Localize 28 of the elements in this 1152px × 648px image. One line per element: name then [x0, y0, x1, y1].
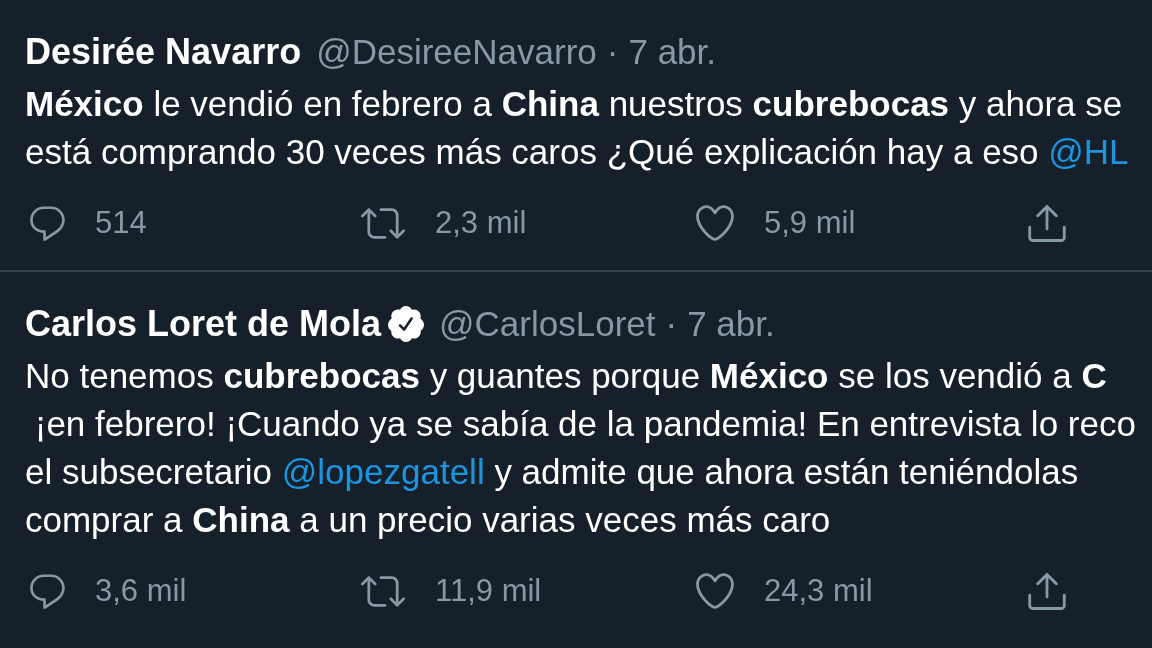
heart-icon [696, 205, 734, 241]
author-name[interactable]: Desirée Navarro [25, 31, 302, 73]
tweet-text: No tenemos cubrebocas y guantes porque México se los vendió a C ¡en febrero! ¡Cuando ya se sabía de la pandemia! En entrevista lo reco el subsecretario @lopezgatell y admite que ahora están teniéndolas comprar a China a un precio varias veces más caro [25, 355, 1137, 541]
share-button[interactable] [1028, 204, 1066, 242]
share-button[interactable] [1028, 572, 1066, 610]
author-name[interactable]: Carlos Loret de Mola [25, 303, 382, 345]
speech-bubble-icon [30, 573, 65, 609]
retweet-button[interactable]: 2,3 mil [361, 205, 527, 241]
author-handle[interactable]: @DesireeNavarro [316, 32, 597, 72]
tweet-text: México le vendió en febrero a China nuestros cubrebocas y ahora se está comprando 30 veces más caros ¿Qué explicación hay a eso @HL [25, 83, 1130, 173]
retweet-button[interactable]: 11,9 mil [361, 573, 542, 609]
tweet-date[interactable]: 7 abr. [628, 32, 717, 72]
separator-dot: · [606, 32, 619, 72]
retweet-arrows-icon [361, 207, 405, 239]
reply-button[interactable]: 514 [30, 205, 147, 241]
author-handle[interactable]: @CarlosLoret [439, 304, 656, 344]
like-button[interactable]: 24,3 mil [696, 573, 873, 609]
retweet-arrows-icon [361, 575, 405, 607]
mention-link[interactable]: @HL [1048, 132, 1129, 171]
share-arrow-icon [1028, 204, 1066, 242]
separator-dot: · [665, 304, 678, 344]
speech-bubble-icon [30, 205, 65, 241]
tweet-date[interactable]: 7 abr. [687, 304, 775, 344]
mention-link[interactable]: @lopezgatell [281, 452, 485, 491]
heart-icon [696, 573, 734, 609]
share-arrow-icon [1028, 572, 1066, 610]
reply-button[interactable]: 3,6 mil [30, 573, 187, 609]
like-button[interactable]: 5,9 mil [696, 205, 856, 241]
